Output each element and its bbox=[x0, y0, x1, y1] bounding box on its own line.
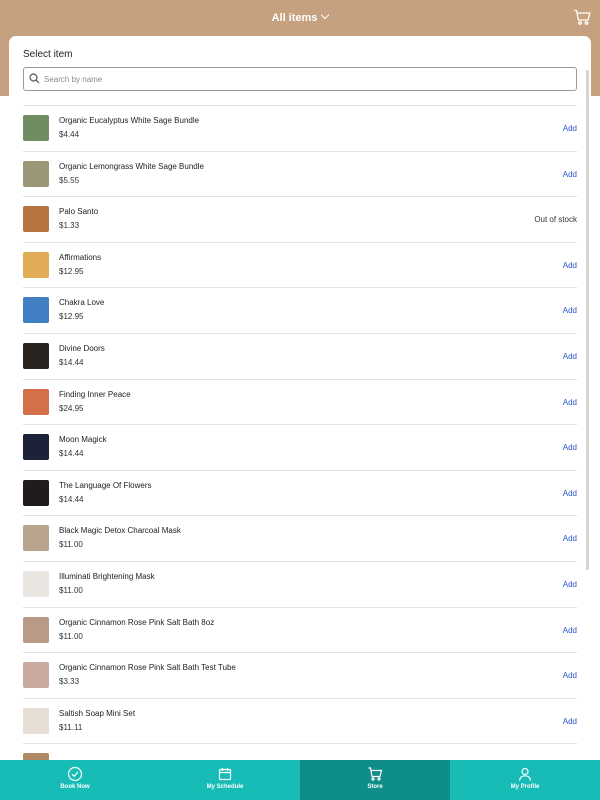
product-thumbnail bbox=[23, 479, 49, 506]
list-item: The Language Of Flowers $14.44 Add bbox=[23, 469, 577, 516]
product-name: Moon Magick bbox=[59, 435, 107, 445]
product-thumbnail bbox=[23, 707, 49, 734]
person-icon bbox=[518, 767, 532, 781]
chevron-down-icon bbox=[321, 10, 330, 20]
product-list: Organic Eucalyptus White Sage Bundle $4.4… bbox=[23, 105, 577, 789]
add-button[interactable]: Add bbox=[563, 626, 577, 635]
product-price: $24.95 bbox=[59, 403, 84, 413]
product-name: Organic Cinnamon Rose Pink Salt Bath 8oz bbox=[59, 617, 215, 627]
product-price: $12.95 bbox=[59, 312, 84, 322]
product-thumbnail bbox=[23, 434, 49, 461]
dropdown-label: All items bbox=[271, 12, 318, 24]
product-name: Finding Inner Peace bbox=[59, 389, 131, 399]
tab-label: My Schedule bbox=[206, 784, 244, 790]
add-button[interactable]: Add bbox=[563, 352, 577, 361]
add-button[interactable]: Add bbox=[563, 534, 577, 543]
add-button[interactable]: Add bbox=[563, 580, 577, 589]
product-price: $11.11 bbox=[59, 722, 83, 732]
list-item: Organic Cinnamon Rose Pink Salt Bath Tes… bbox=[23, 652, 577, 698]
tab-my-profile[interactable]: My Profile bbox=[450, 760, 600, 800]
add-button[interactable]: Add bbox=[563, 261, 577, 270]
product-name: Affirmations bbox=[59, 252, 102, 262]
product-name: Divine Doors bbox=[59, 343, 105, 353]
product-price: $3.33 bbox=[59, 677, 80, 687]
product-thumbnail bbox=[23, 297, 49, 324]
tab-label: My Profile bbox=[510, 784, 540, 790]
product-name: Organic Cinnamon Rose Pink Salt Bath Tes… bbox=[59, 663, 236, 673]
product-name: Palo Santo bbox=[59, 207, 99, 217]
product-price: $14.44 bbox=[59, 449, 84, 459]
product-price: $11.00 bbox=[59, 631, 83, 641]
product-name: Black Magic Detox Charcoal Mask bbox=[59, 526, 181, 536]
add-button[interactable]: Add bbox=[563, 124, 577, 133]
product-name: Illuminati Brightening Mask bbox=[59, 571, 155, 581]
list-item: Palo Santo $1.33 Out of stock bbox=[23, 196, 577, 242]
select-item-panel: Select item Organic Eucalyptus White Sag… bbox=[9, 36, 591, 800]
add-button[interactable]: Add bbox=[563, 489, 577, 498]
product-price: $12.95 bbox=[59, 266, 84, 276]
add-button[interactable]: Add bbox=[563, 717, 577, 726]
product-price: $14.44 bbox=[59, 357, 84, 367]
list-item: Moon Magick $14.44 Add bbox=[23, 424, 577, 470]
add-button[interactable]: Add bbox=[563, 671, 577, 680]
list-item: Saltish Soap Mini Set $11.11 Add bbox=[23, 697, 577, 744]
add-button[interactable]: Add bbox=[563, 306, 577, 315]
product-thumbnail bbox=[23, 160, 49, 187]
list-item: Organic Eucalyptus White Sage Bundle $4.4… bbox=[23, 105, 577, 151]
panel-title: Select item bbox=[23, 49, 73, 60]
calendar-icon bbox=[218, 768, 232, 781]
add-button[interactable]: Add bbox=[563, 443, 577, 452]
product-name: Organic Lemongrass White Sage Bundle bbox=[59, 161, 204, 171]
product-thumbnail bbox=[23, 525, 49, 552]
product-name: Saltish Soap Mini Set bbox=[59, 708, 136, 718]
search-icon bbox=[29, 73, 40, 84]
bottom-navigation: Book Now My Schedule Store My Profile bbox=[0, 760, 600, 800]
list-item: Finding Inner Peace $24.95 Add bbox=[23, 378, 577, 425]
list-item: Illuminati Brightening Mask $11.00 Add bbox=[23, 560, 577, 607]
product-price: $14.44 bbox=[59, 494, 84, 504]
product-name: Organic Eucalyptus White Sage Bundle bbox=[59, 116, 200, 125]
product-thumbnail bbox=[23, 616, 49, 643]
list-item: Affirmations $12.95 Add bbox=[23, 241, 577, 288]
add-button[interactable]: Add bbox=[563, 398, 577, 407]
product-name: The Language Of Flowers bbox=[59, 480, 152, 490]
tab-label: Store bbox=[367, 784, 383, 790]
scrollbar[interactable] bbox=[586, 70, 589, 570]
product-price: $11.00 bbox=[59, 585, 83, 595]
product-thumbnail bbox=[23, 570, 49, 597]
product-thumbnail bbox=[23, 251, 49, 278]
tab-label: Book Now bbox=[60, 784, 90, 790]
search-input[interactable] bbox=[23, 67, 577, 91]
list-item: Organic Cinnamon Rose Pink Salt Bath 8oz… bbox=[23, 606, 577, 653]
product-thumbnail bbox=[23, 662, 49, 689]
tab-store[interactable]: Store bbox=[300, 760, 450, 800]
product-name: Chakra Love bbox=[59, 298, 105, 308]
product-price: $5.55 bbox=[59, 175, 80, 185]
tab-my-schedule[interactable]: My Schedule bbox=[150, 760, 300, 800]
list-item: Chakra Love $12.95 Add bbox=[23, 287, 577, 333]
product-price: $1.33 bbox=[59, 221, 80, 231]
product-price: $11.00 bbox=[59, 540, 83, 550]
product-price: $4.44 bbox=[59, 130, 80, 139]
all-items-dropdown[interactable]: All items bbox=[0, 10, 600, 26]
list-item: Black Magic Detox Charcoal Mask $11.00 Add bbox=[23, 515, 577, 561]
product-thumbnail bbox=[23, 388, 49, 415]
cart-icon bbox=[368, 767, 383, 781]
list-item: Divine Doors $14.44 Add bbox=[23, 332, 577, 379]
product-thumbnail bbox=[23, 115, 49, 141]
out-of-stock-label: Out of stock bbox=[534, 215, 577, 225]
check-circle-icon bbox=[67, 766, 83, 782]
product-thumbnail bbox=[23, 342, 49, 369]
product-thumbnail bbox=[23, 206, 49, 233]
list-item: Organic Lemongrass White Sage Bundle $5.5… bbox=[23, 150, 577, 197]
cart-icon[interactable] bbox=[573, 9, 591, 25]
add-button[interactable]: Add bbox=[563, 170, 577, 179]
tab-book-now[interactable]: Book Now bbox=[0, 760, 150, 800]
